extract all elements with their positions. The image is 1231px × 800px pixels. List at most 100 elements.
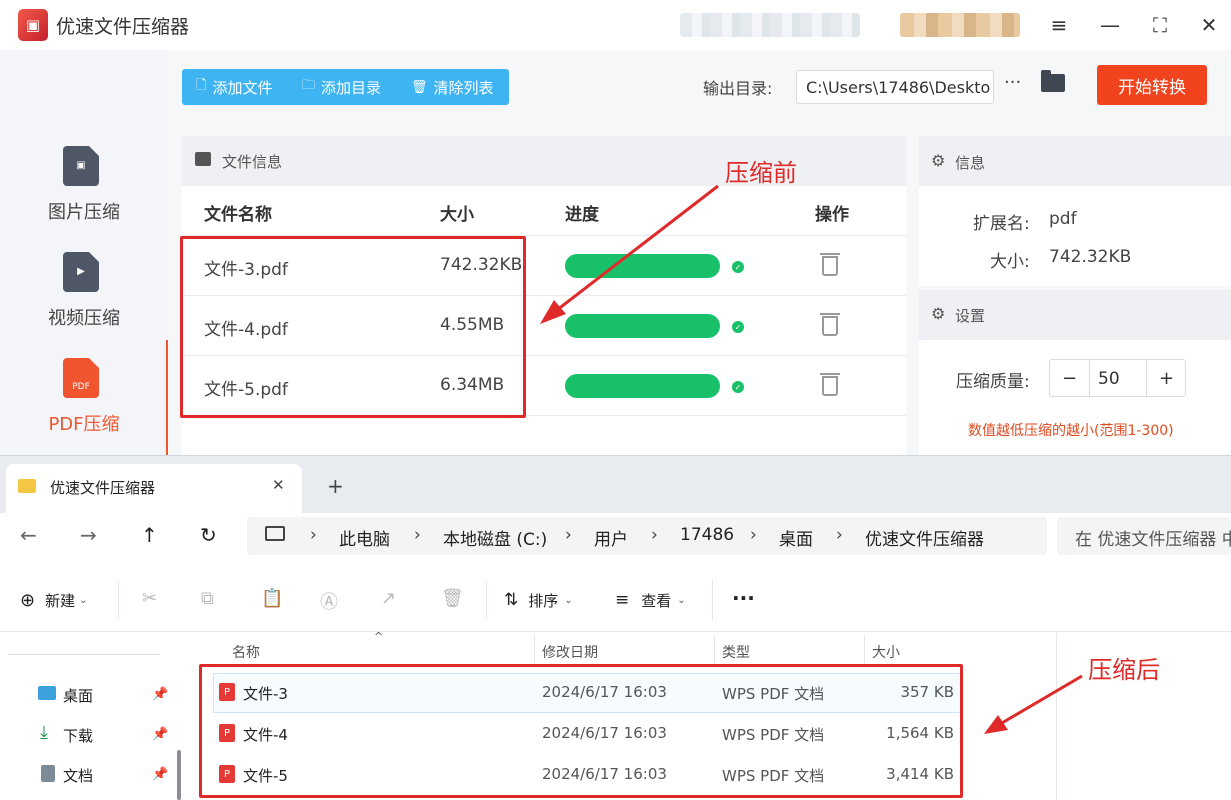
- highlight-box-after: [199, 664, 963, 798]
- delete-icon[interactable]: [820, 253, 840, 276]
- column-header-date[interactable]: 修改日期: [542, 642, 598, 662]
- open-folder-icon[interactable]: [1041, 70, 1065, 92]
- output-dir-label: 输出目录:: [703, 79, 773, 98]
- divider: [712, 580, 713, 620]
- pin-icon[interactable]: 📌: [152, 767, 168, 782]
- settings-panel-title: 设置: [955, 307, 986, 325]
- up-icon[interactable]: ↑: [141, 523, 158, 547]
- nav-item-downloads[interactable]: 下载: [63, 725, 93, 746]
- column-divider: [864, 635, 865, 665]
- delete-icon[interactable]: [820, 373, 840, 396]
- rename-icon[interactable]: Ⓐ: [320, 588, 338, 614]
- breadcrumb-item[interactable]: 本地磁盘 (C:): [443, 525, 547, 550]
- output-path-input[interactable]: C:\Users\17486\Deskto: [796, 70, 994, 104]
- search-input[interactable]: 在 优速文件压缩器 中: [1057, 517, 1231, 555]
- pin-icon[interactable]: 📌: [152, 687, 168, 702]
- quality-label: 压缩质量:: [956, 372, 1030, 392]
- clear-list-button[interactable]: 🗑 清除列表: [411, 69, 494, 105]
- nav-item-documents[interactable]: 文档: [63, 765, 93, 786]
- arrow-after: [984, 674, 1083, 734]
- download-icon: ⤓: [40, 722, 48, 743]
- breadcrumb-separator: ›: [651, 525, 658, 545]
- image-file-icon: ▣: [63, 146, 99, 186]
- new-label: 新建: [45, 591, 76, 610]
- view-button[interactable]: ≡ 查看 ⌄: [615, 588, 686, 612]
- copy-icon[interactable]: ⧉: [201, 588, 214, 609]
- progress-bar: [565, 374, 720, 398]
- app-title: 优速文件压缩器: [56, 16, 190, 38]
- breadcrumb-item[interactable]: 桌面: [779, 525, 813, 550]
- sidebar-item-image[interactable]: ▣ 图片压缩: [0, 130, 168, 235]
- maximize-icon[interactable]: ⛶: [1147, 12, 1173, 38]
- highlight-box-before: [180, 236, 526, 418]
- add-file-button[interactable]: 🗋 添加文件: [196, 69, 272, 105]
- plus-circle-icon: ⊕: [20, 589, 36, 611]
- annotation-after: 压缩后: [1088, 656, 1160, 684]
- sidebar-item-label: 图片压缩: [48, 202, 120, 223]
- tab-title: 优速文件压缩器: [50, 479, 156, 497]
- increment-button[interactable]: +: [1146, 360, 1186, 396]
- column-header-size: 大小: [440, 205, 474, 225]
- column-header-size[interactable]: 大小: [872, 642, 900, 662]
- breadcrumb-item[interactable]: 17486: [680, 525, 734, 545]
- breadcrumb-item[interactable]: 此电脑: [339, 525, 390, 550]
- more-icon[interactable]: ···: [732, 586, 755, 610]
- decrement-button[interactable]: −: [1050, 360, 1090, 396]
- minimize-icon[interactable]: —: [1097, 12, 1123, 38]
- documents-icon: [41, 765, 55, 782]
- breadcrumb-separator: ›: [310, 525, 317, 545]
- back-icon[interactable]: ←: [20, 523, 37, 547]
- quality-stepper[interactable]: − 50 +: [1049, 359, 1186, 397]
- scrollbar[interactable]: [177, 750, 181, 800]
- cut-icon[interactable]: ✂: [142, 588, 157, 609]
- sidebar-item-label: 视频压缩: [48, 308, 120, 329]
- divider: [118, 580, 119, 620]
- desktop-icon: [38, 686, 56, 700]
- pin-icon[interactable]: 📌: [152, 727, 168, 742]
- trash-icon: 🗑: [411, 79, 428, 95]
- sidebar-item-video[interactable]: ▶ 视频压缩: [0, 236, 168, 341]
- size-label: 大小:: [990, 252, 1030, 272]
- gear-icon: ⚙: [931, 304, 946, 323]
- tab-active[interactable]: 优速文件压缩器 ✕: [6, 464, 302, 514]
- close-icon[interactable]: ✕: [1196, 12, 1222, 38]
- new-button[interactable]: ⊕ 新建 ⌄: [20, 588, 88, 612]
- paste-icon[interactable]: 📋: [261, 588, 283, 609]
- refresh-icon[interactable]: ↻: [200, 523, 217, 547]
- add-folder-button[interactable]: 🗀 添加目录: [302, 69, 381, 105]
- more-options-icon[interactable]: ···: [1004, 72, 1021, 93]
- divider: [486, 580, 487, 620]
- new-tab-button[interactable]: +: [327, 474, 344, 498]
- nav-item-desktop[interactable]: 桌面: [63, 685, 93, 706]
- column-header-name: 文件名称: [204, 205, 272, 225]
- start-convert-button[interactable]: 开始转换: [1097, 65, 1207, 105]
- image-icon: [195, 152, 211, 166]
- column-header-type[interactable]: 类型: [722, 642, 750, 662]
- forward-icon[interactable]: →: [80, 523, 97, 547]
- share-icon[interactable]: ↗: [381, 588, 396, 609]
- breadcrumb-separator: ›: [565, 525, 572, 545]
- gear-icon: ⚙: [931, 151, 946, 170]
- blurred-avatar: [900, 13, 1020, 37]
- breadcrumb-item[interactable]: 用户: [594, 525, 628, 550]
- chevron-down-icon: ⌄: [677, 594, 686, 606]
- check-icon: ✓: [732, 381, 744, 393]
- computer-icon: [265, 526, 285, 541]
- sidebar-item-pdf[interactable]: PDF PDF压缩: [0, 342, 168, 447]
- check-icon: ✓: [732, 261, 744, 273]
- delete-icon[interactable]: 🗑: [441, 588, 464, 609]
- breadcrumb-item[interactable]: 优速文件压缩器: [865, 525, 984, 550]
- folder-outline-icon: 🗀: [302, 78, 316, 93]
- delete-icon[interactable]: [820, 313, 840, 336]
- info-panel-title: 信息: [955, 154, 986, 172]
- breadcrumb-separator: ›: [414, 525, 421, 545]
- quality-value[interactable]: 50: [1098, 369, 1120, 389]
- arrow-before: [540, 184, 719, 324]
- breadcrumb-separator: ›: [750, 525, 757, 545]
- menu-icon[interactable]: ≡: [1046, 12, 1072, 38]
- column-header-action: 操作: [815, 205, 849, 225]
- column-header-name[interactable]: 名称: [232, 642, 260, 662]
- blurred-user-info: [680, 13, 860, 37]
- sort-button[interactable]: ⇅ 排序 ⌄: [504, 588, 573, 612]
- tab-close-icon[interactable]: ✕: [272, 476, 285, 494]
